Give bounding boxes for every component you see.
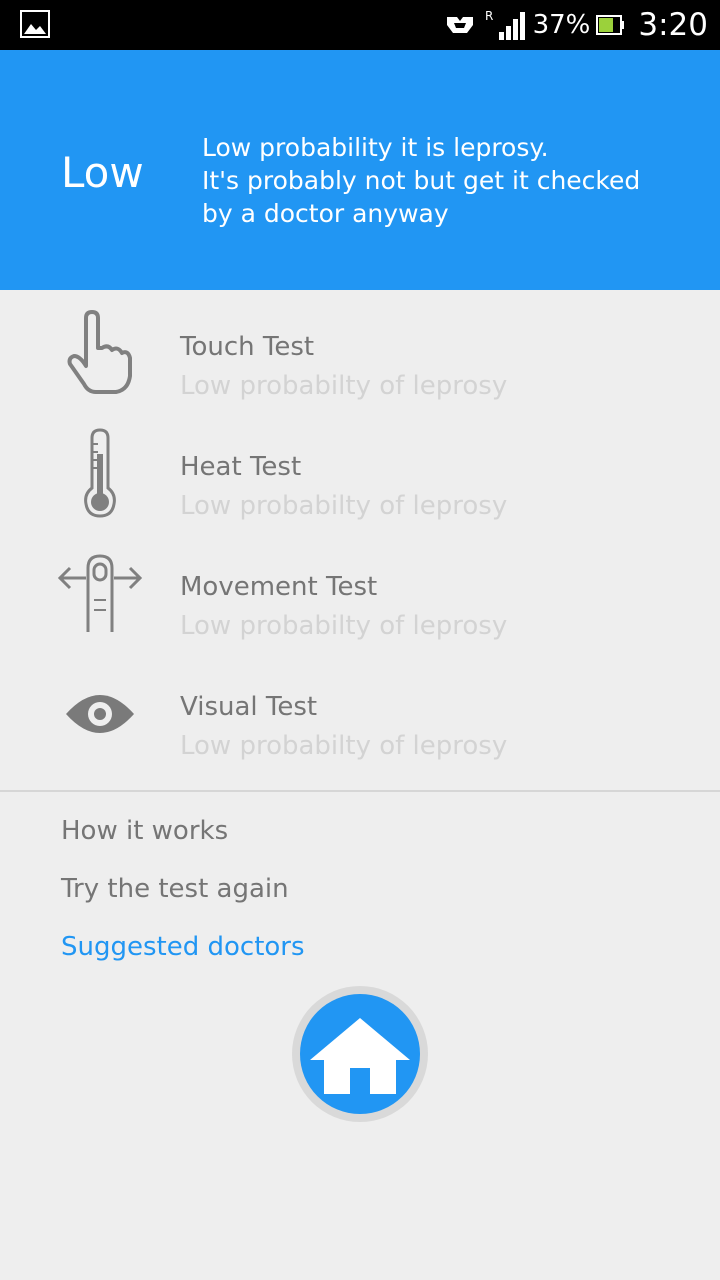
result-message: Low probability it is leprosy. It's prob… [202, 131, 702, 230]
home-button[interactable] [292, 986, 428, 1122]
how-it-works-link[interactable]: How it works [61, 816, 228, 846]
test-row-touch[interactable]: Touch Test Low probabilty of leprosy [0, 290, 720, 410]
status-bar: R 37% 3:20 [0, 0, 720, 50]
test-row-movement[interactable]: Movement Test Low probabilty of leprosy [0, 530, 720, 650]
result-message-line: Low probability it is leprosy. [202, 133, 549, 162]
thermometer-icon [84, 428, 116, 518]
handshake-icon [446, 17, 473, 33]
test-title: Movement Test [180, 572, 378, 602]
test-result: Low probabilty of leprosy [180, 731, 508, 761]
test-result: Low probabilty of leprosy [180, 371, 508, 401]
movement-finger-icon [57, 554, 143, 632]
clock: 3:20 [638, 7, 708, 43]
battery-percent: 37% [532, 10, 591, 40]
test-result: Low probabilty of leprosy [180, 611, 508, 641]
test-title: Heat Test [180, 452, 302, 482]
signal-icon: R [485, 9, 525, 40]
test-row-visual[interactable]: Visual Test Low probabilty of leprosy [0, 650, 720, 770]
suggested-doctors-link[interactable]: Suggested doctors [61, 932, 305, 962]
status-right: R 37% 3:20 [445, 0, 708, 50]
eye-icon [66, 695, 134, 733]
battery-icon [596, 15, 625, 35]
svg-text:R: R [485, 9, 493, 23]
divider [0, 790, 720, 792]
touch-hand-icon [67, 310, 132, 394]
test-row-heat[interactable]: Heat Test Low probabilty of leprosy [0, 410, 720, 530]
result-header: Low Low probability it is leprosy. It's … [0, 50, 720, 290]
try-again-link[interactable]: Try the test again [61, 874, 289, 904]
test-title: Visual Test [180, 692, 318, 722]
result-message-line: It's probably not but get it checked [202, 166, 641, 195]
result-message-line: by a doctor anyway [202, 199, 449, 228]
test-title: Touch Test [180, 332, 315, 362]
result-level: Low [61, 148, 144, 197]
test-result: Low probabilty of leprosy [180, 491, 508, 521]
image-notification-icon [20, 10, 50, 38]
